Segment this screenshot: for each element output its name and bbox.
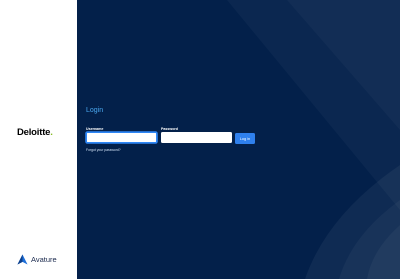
- login-button[interactable]: Log in: [235, 133, 255, 144]
- login-page: Deloitte. Avature Login Username Passwor…: [0, 0, 400, 279]
- password-label: Password: [161, 127, 178, 131]
- login-panel: Login Username Password Log in Forgot yo…: [77, 0, 400, 279]
- vendor-name: Avature: [31, 255, 57, 264]
- client-logo-dot: .: [50, 127, 53, 138]
- client-logo: Deloitte.: [17, 127, 53, 138]
- login-title: Login: [86, 107, 104, 114]
- password-input[interactable]: [161, 132, 232, 143]
- brand-sidebar: Deloitte. Avature: [0, 0, 77, 279]
- client-logo-text: Deloitte: [17, 127, 51, 138]
- avature-logo-icon: [17, 254, 28, 265]
- vendor-logo: Avature: [17, 254, 57, 265]
- username-label: Username: [86, 127, 104, 131]
- username-input[interactable]: [86, 132, 157, 143]
- forgot-password-link[interactable]: Forgot your password?: [86, 148, 121, 152]
